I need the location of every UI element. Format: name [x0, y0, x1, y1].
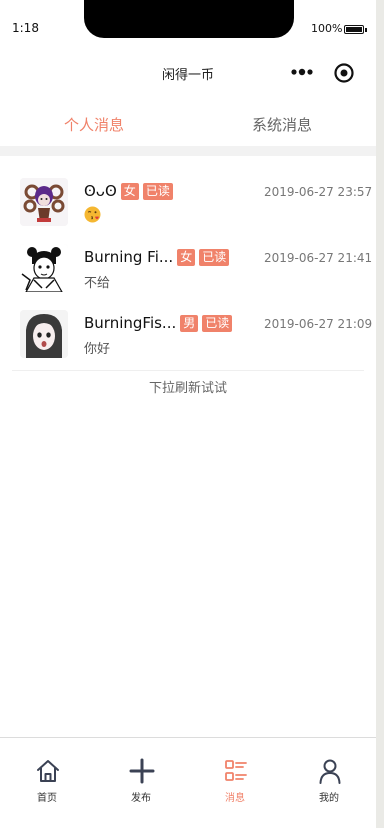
message-tabs: 个人消息 系统消息: [0, 100, 376, 146]
tabbar-label: 消息: [225, 793, 245, 804]
list-divider: [12, 370, 364, 371]
close-miniprogram-icon[interactable]: [333, 62, 355, 84]
list-item[interactable]: BurningFis... 男 已读 2019-06-27 21:09 你好: [0, 302, 376, 368]
read-status-badge: 已读: [199, 248, 230, 266]
avatar-illustration-icon: [20, 244, 68, 292]
tab-system-messages[interactable]: 系统消息: [188, 114, 376, 135]
message-preview: 你好: [84, 342, 111, 357]
message-list: ʘᴗʘ 女 已读 2019-06-27 23:57 Burning Fi... …: [0, 170, 376, 368]
message-time: 2019-06-27 21:09: [264, 317, 373, 331]
user-icon: [319, 759, 341, 784]
read-status-badge: 已读: [142, 182, 173, 200]
home-icon: [37, 760, 59, 782]
sender-name: BurningFis...: [84, 314, 177, 332]
device-notch: [84, 0, 294, 38]
list-item[interactable]: ʘᴗʘ 女 已读 2019-06-27 23:57: [0, 170, 376, 236]
tabbar-label: 发布: [131, 793, 151, 804]
gender-badge: 女: [177, 248, 196, 266]
name-row: BurningFis... 男 已读: [84, 313, 236, 333]
read-status-badge: 已读: [202, 314, 233, 332]
bottom-tab-bar: 首页 发布 消息 我的: [0, 737, 376, 828]
battery-percent: 100%: [311, 22, 343, 35]
message-time: 2019-06-27 21:41: [264, 251, 373, 265]
pull-to-refresh-hint: 下拉刷新试试: [148, 381, 227, 396]
battery-icon: [344, 25, 367, 34]
message-preview: 不给: [84, 276, 111, 291]
tabbar-label: 我的: [319, 793, 339, 804]
message-time: 2019-06-27 23:57: [264, 185, 373, 199]
sender-name: Burning Fi...: [84, 248, 174, 266]
page-title: 闲得一币: [161, 68, 214, 83]
app-screen: 1:18 100% 闲得一币 个人消息 系统消息 ʘᴗʘ 女 已读 2019-0…: [0, 0, 376, 828]
nav-bar: 闲得一币: [0, 44, 376, 100]
tabbar-item-messages[interactable]: 消息: [188, 738, 282, 808]
window-edge: [376, 0, 384, 828]
tabbar-item-profile[interactable]: 我的: [282, 738, 376, 808]
sender-name: ʘᴗʘ: [84, 182, 117, 200]
gender-badge: 男: [180, 314, 199, 332]
avatar: [20, 310, 68, 358]
name-row: ʘᴗʘ 女 已读: [84, 181, 177, 201]
gender-badge: 女: [120, 182, 139, 200]
more-icon[interactable]: [290, 62, 314, 82]
avatar: [20, 244, 68, 292]
tabbar-item-home[interactable]: 首页: [0, 738, 94, 808]
avatar: [20, 178, 68, 226]
status-time: 1:18: [12, 21, 39, 35]
list-item[interactable]: Burning Fi... 女 已读 2019-06-27 21:41 不给: [0, 236, 376, 302]
face-blowing-kiss-icon: [84, 206, 101, 223]
tabbar-label: 首页: [37, 793, 57, 804]
tabbar-item-post[interactable]: 发布: [94, 738, 188, 808]
section-divider: [0, 146, 376, 156]
name-row: Burning Fi... 女 已读: [84, 247, 233, 267]
plus-icon: [129, 758, 155, 784]
tab-personal-messages[interactable]: 个人消息: [0, 114, 188, 135]
status-bar: 1:18 100%: [0, 0, 376, 44]
avatar-illustration-icon: [20, 310, 68, 358]
avatar-illustration-icon: [20, 178, 68, 226]
message-list-icon: [225, 760, 247, 781]
